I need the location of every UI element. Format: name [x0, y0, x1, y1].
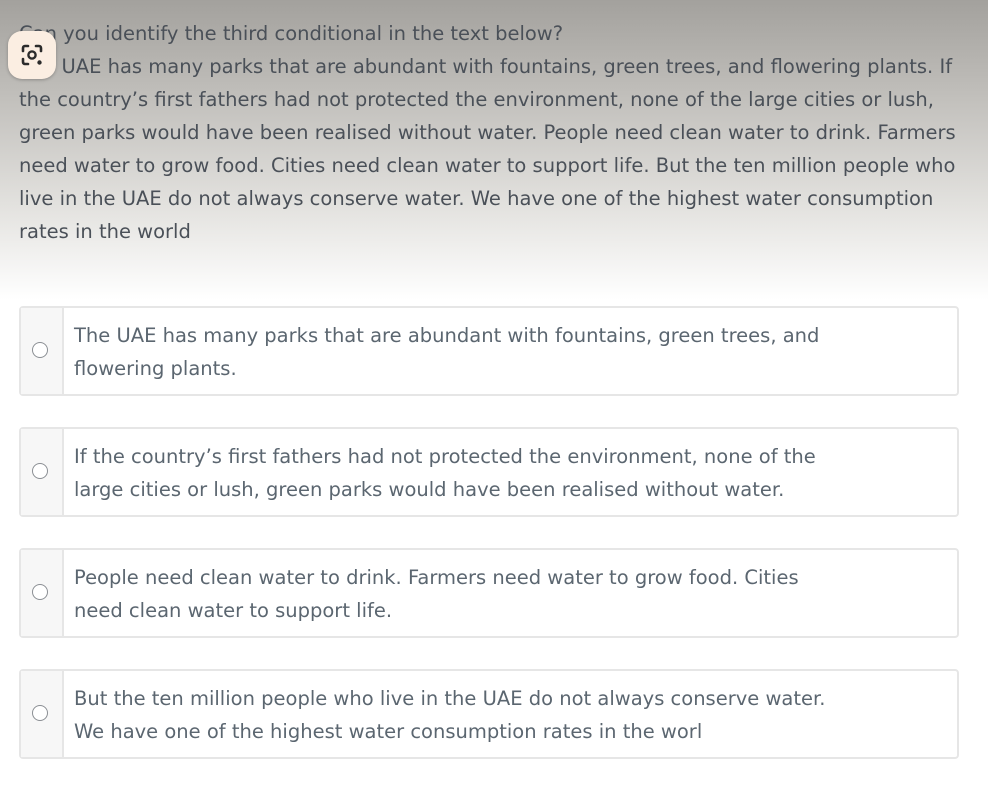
- lens-camera-icon: [21, 44, 43, 66]
- question-block: Can you identify the third conditional i…: [19, 17, 969, 248]
- answer-option-4[interactable]: But the ten million people who live in t…: [19, 669, 959, 759]
- question-passage: The UAE has many parks that are abundant…: [19, 55, 956, 243]
- radio-button[interactable]: [32, 584, 48, 600]
- radio-column: [21, 550, 64, 636]
- radio-column: [21, 429, 64, 515]
- answer-option-3[interactable]: People need clean water to drink. Farmer…: [19, 548, 959, 638]
- question-title: Can you identify the third conditional i…: [19, 22, 564, 45]
- radio-button[interactable]: [32, 705, 48, 721]
- option-text: But the ten million people who live in t…: [74, 687, 826, 743]
- lens-search-button[interactable]: [8, 31, 56, 79]
- radio-column: [21, 671, 64, 757]
- answer-option-1[interactable]: The UAE has many parks that are abundant…: [19, 306, 959, 396]
- radio-button[interactable]: [32, 342, 48, 358]
- answer-options: The UAE has many parks that are abundant…: [19, 306, 959, 790]
- radio-column: [21, 308, 64, 394]
- radio-button[interactable]: [32, 463, 48, 479]
- option-text: People need clean water to drink. Farmer…: [74, 566, 799, 622]
- option-text: The UAE has many parks that are abundant…: [74, 324, 820, 380]
- answer-option-2[interactable]: If the country’s first fathers had not p…: [19, 427, 959, 517]
- option-text: If the country’s first fathers had not p…: [74, 445, 816, 501]
